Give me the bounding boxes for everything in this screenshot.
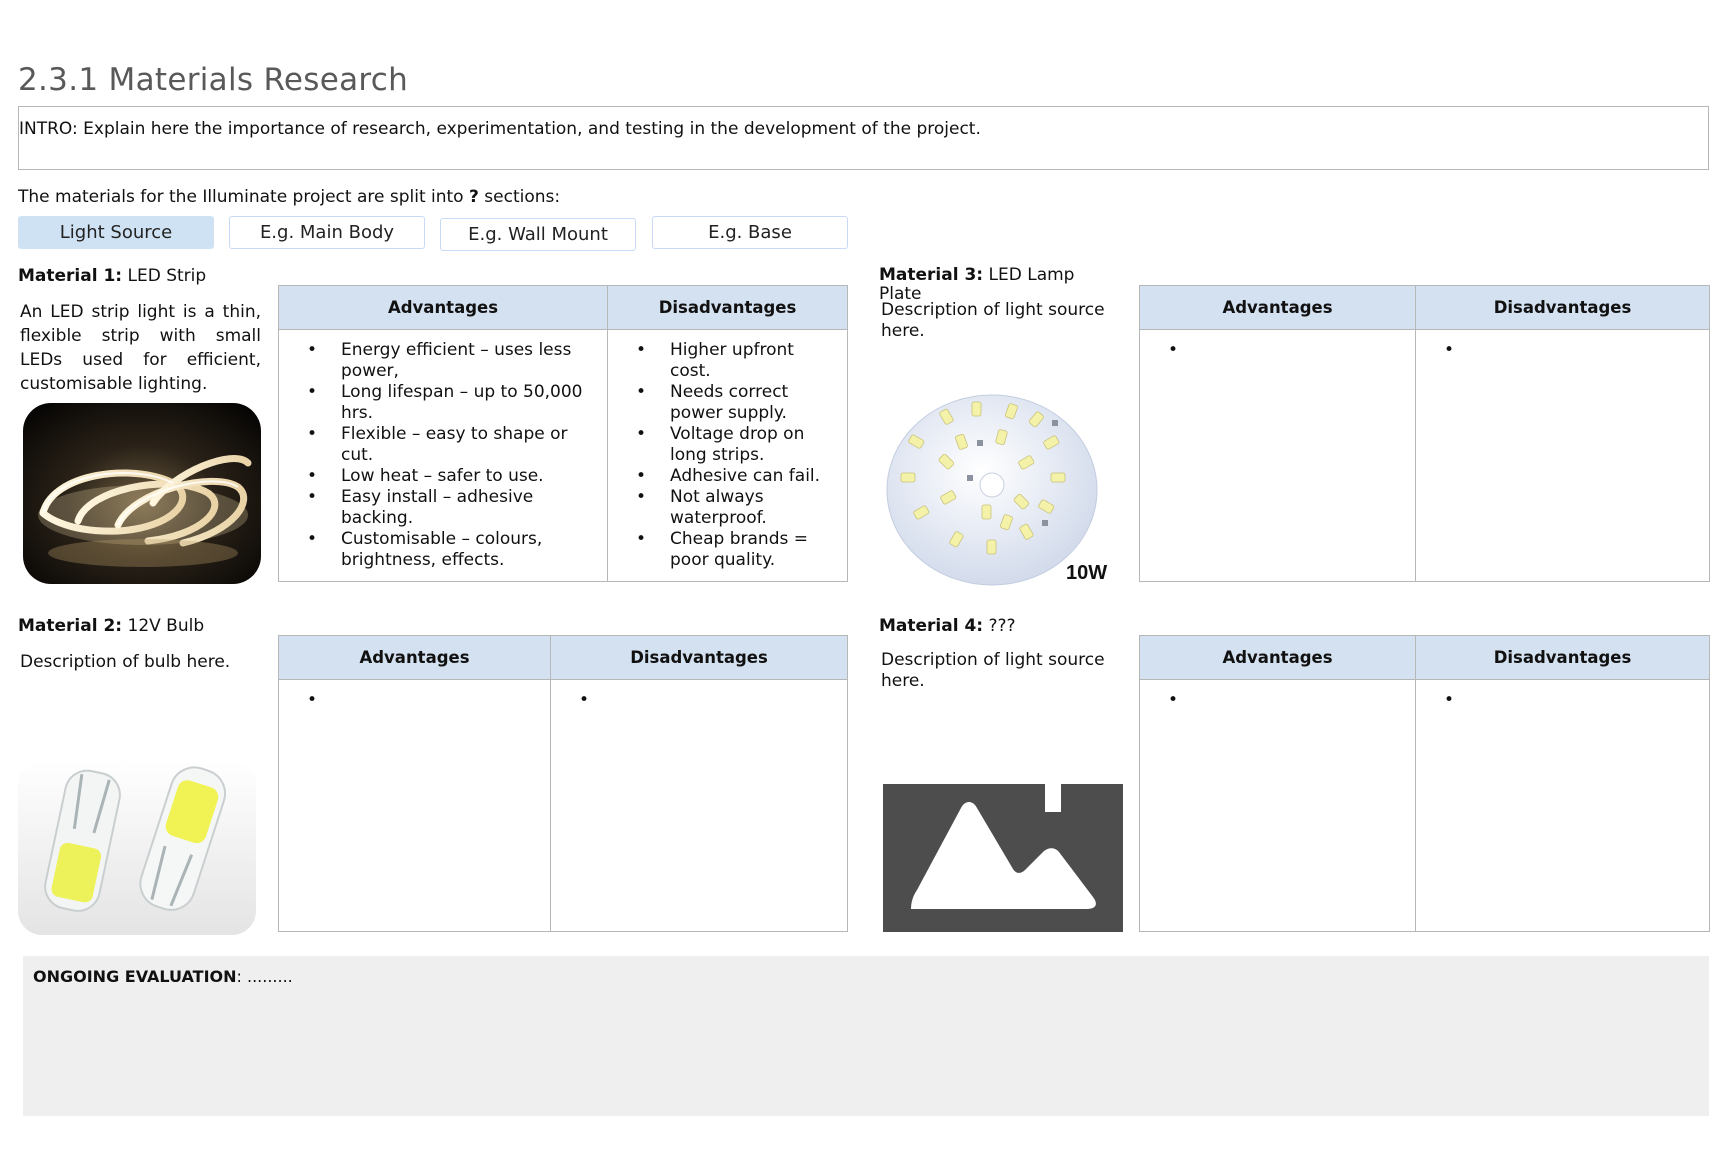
material-2-advantages-list: • <box>279 690 542 711</box>
material-4-disadvantages-cell[interactable]: • <box>1415 679 1710 932</box>
material-4-name: ??? <box>988 616 1016 636</box>
material-2-name: 12V Bulb <box>127 616 205 636</box>
ongoing-evaluation-box[interactable]: ONGOING EVALUATION: ......... <box>23 956 1709 1116</box>
material-3-table: Advantages Disadvantages • • <box>1139 285 1710 582</box>
material-1-title: Material 1: LED Strip <box>18 266 206 286</box>
advantages-header: Advantages <box>1139 285 1416 330</box>
tab-base[interactable]: E.g. Base <box>652 216 848 249</box>
list-item: • <box>579 690 590 710</box>
list-item: • Long lifespan – up to 50,000 hrs. <box>307 382 583 423</box>
list-item: • Customisable – colours, brightness, eff… <box>307 529 543 570</box>
list-item: • Voltage drop on long strips. <box>636 424 805 465</box>
material-2-label: Material 2: <box>18 616 123 636</box>
tab-light-source[interactable]: Light Source <box>18 216 214 249</box>
evaluation-text: : ......... <box>236 967 293 986</box>
material-3-advantages-list: • <box>1140 340 1407 361</box>
material-3-disadvantages-list: • <box>1416 340 1701 361</box>
sections-count: ? <box>469 187 479 207</box>
disadvantages-header: Disadvantages <box>1415 285 1710 330</box>
disadvantages-header: Disadvantages <box>550 635 848 680</box>
disadvantages-header: Disadvantages <box>1415 635 1710 680</box>
material-4-description: Description of light source here. <box>881 650 1105 691</box>
material-4-advantages-cell[interactable]: • <box>1139 679 1416 932</box>
disadvantages-header: Disadvantages <box>607 285 848 330</box>
material-1-name: LED Strip <box>127 266 207 286</box>
material-2-disadvantages-list: • <box>551 690 839 711</box>
material-4-disadvantages-list: • <box>1416 690 1701 711</box>
evaluation-label: ONGOING EVALUATION <box>33 967 237 986</box>
material-4-label: Material 4: <box>879 616 984 636</box>
material-2-disadvantages-cell[interactable]: • <box>550 679 848 932</box>
list-item: • <box>1168 340 1179 360</box>
sections-prefix: The materials for the Illuminate project… <box>18 187 469 207</box>
material-3-advantages-cell[interactable]: • <box>1139 329 1416 582</box>
list-item: • Not always waterproof. <box>636 487 767 528</box>
material-3-label: Material 3: <box>879 265 984 285</box>
material-1-label: Material 1: <box>18 266 123 286</box>
material-3-disadvantages-cell[interactable]: • <box>1415 329 1710 582</box>
bulb-photo <box>18 760 256 935</box>
material-4-advantages-list: • <box>1140 690 1407 711</box>
material-1-disadvantages-cell[interactable]: • Higher upfront cost. • Needs correct pow… <box>607 329 848 582</box>
material-3-title: Material 3: LED Lamp Plate <box>879 266 1089 304</box>
material-2-advantages-cell[interactable]: • <box>278 679 551 932</box>
list-item: • Needs correct power supply. <box>636 382 789 423</box>
sections-suffix: sections: <box>478 187 561 207</box>
tab-main-body[interactable]: E.g. Main Body <box>229 216 425 249</box>
image-placeholder-icon[interactable] <box>883 784 1123 932</box>
material-1-advantages-cell[interactable]: • Energy efficient – uses less power, • Lo… <box>278 329 608 582</box>
list-item: • <box>1168 690 1179 710</box>
list-item: • <box>307 690 318 710</box>
material-1-description: An LED strip light is a thin, flexible s… <box>20 302 261 394</box>
list-item: • Higher upfront cost. <box>636 340 794 381</box>
intro-box[interactable]: INTRO: Explain here the importance of re… <box>18 106 1709 170</box>
list-item: • <box>1444 690 1455 710</box>
material-1-disadvantages-list: • Higher upfront cost. • Needs correct pow… <box>608 340 839 571</box>
list-item: • <box>1444 340 1455 360</box>
advantages-header: Advantages <box>278 635 551 680</box>
material-2-title: Material 2: 12V Bulb <box>18 616 204 636</box>
material-3-description: Description of light source here. <box>881 300 1105 341</box>
page-title: 2.3.1 Materials Research <box>18 62 409 98</box>
sections-line: The materials for the Illuminate project… <box>18 187 560 207</box>
material-4-title: Material 4: ??? <box>879 616 1016 636</box>
list-item: • Cheap brands = poor quality. <box>636 529 808 570</box>
advantages-header: Advantages <box>1139 635 1416 680</box>
material-1-advantages-list: • Energy efficient – uses less power, • Lo… <box>279 340 599 571</box>
tab-wall-mount[interactable]: E.g. Wall Mount <box>440 218 636 251</box>
list-item: • Easy install – adhesive backing. <box>307 487 534 528</box>
list-item: • Adhesive can fail. <box>636 466 821 486</box>
material-2-table: Advantages Disadvantages • • <box>278 635 848 932</box>
led-plate-photo: 10W <box>882 390 1122 590</box>
material-4-table: Advantages Disadvantages • • <box>1139 635 1710 932</box>
list-item: • Flexible – easy to shape or cut. <box>307 424 568 465</box>
led-strip-photo <box>23 403 261 584</box>
material-2-description: Description of bulb here. <box>20 652 231 672</box>
advantages-header: Advantages <box>278 285 608 330</box>
led-plate-wattage: 10W <box>1066 562 1108 584</box>
intro-text: INTRO: Explain here the importance of re… <box>19 119 981 139</box>
list-item: • Energy efficient – uses less power, <box>307 340 572 381</box>
material-1-table: Advantages Disadvantages • Energy efficie… <box>278 285 848 582</box>
list-item: • Low heat – safer to use. <box>307 466 544 486</box>
